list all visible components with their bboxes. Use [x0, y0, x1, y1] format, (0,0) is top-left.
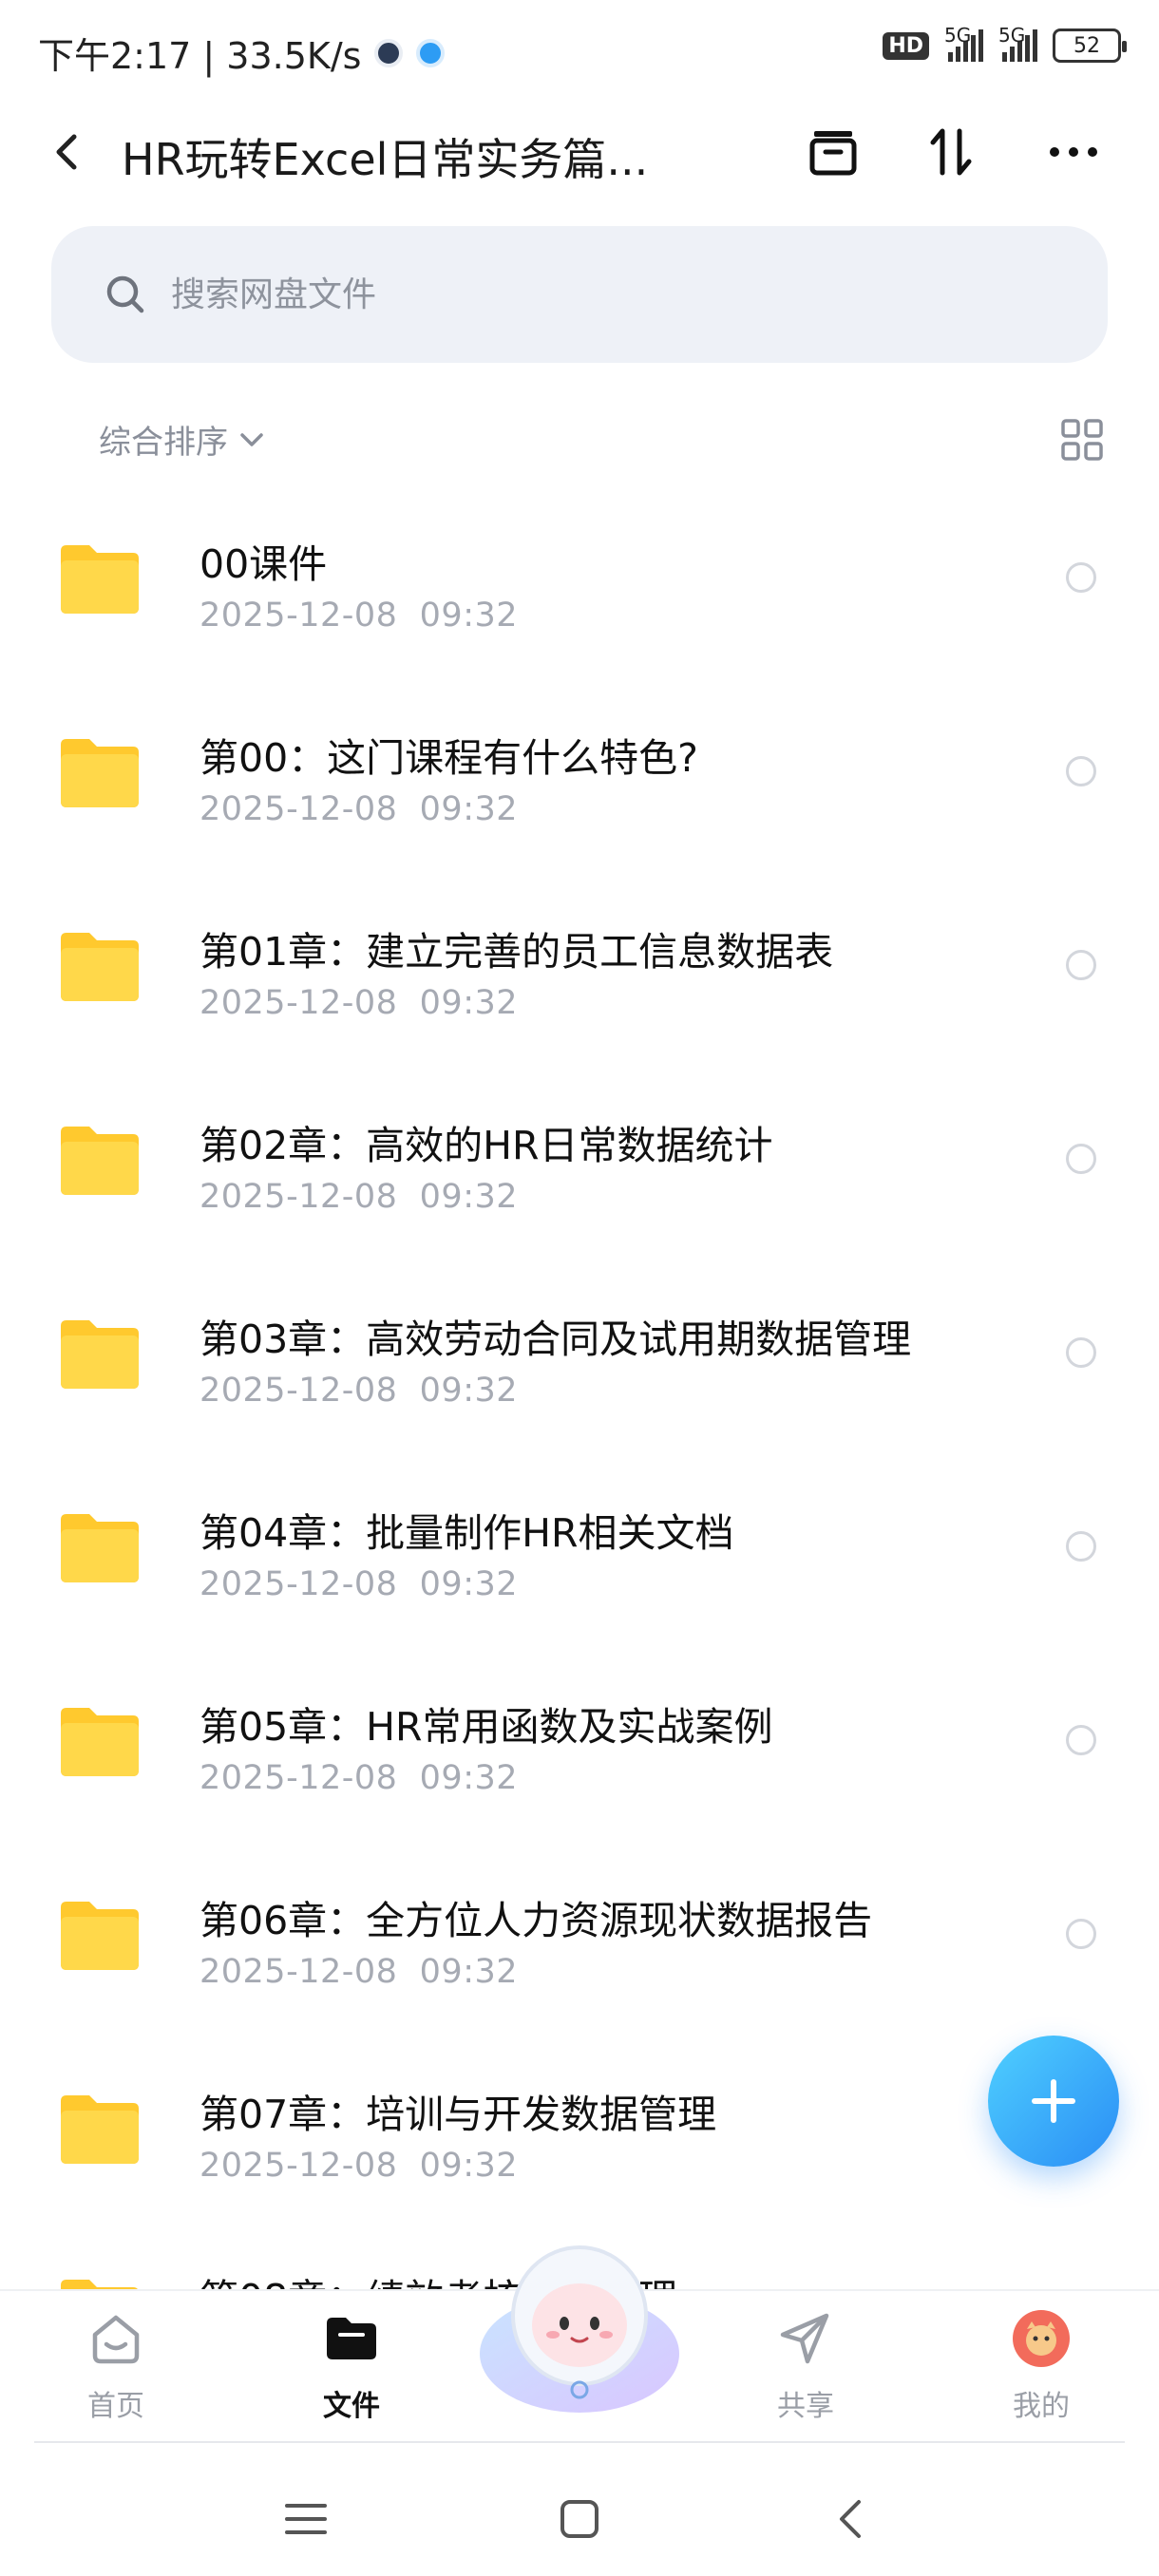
folder-icon — [61, 933, 139, 1001]
network-type-1: 5G — [944, 24, 972, 47]
select-checkbox[interactable] — [1066, 756, 1096, 786]
nav-home-label: 首页 — [87, 2390, 144, 2423]
nav-files[interactable]: 文件 — [285, 2308, 418, 2424]
file-row[interactable]: 第00：这门课程有什么特色? 2025-12-08 09:32 — [0, 697, 1159, 891]
hd-badge: HD — [883, 31, 929, 60]
file-name: 第07章：培训与开发数据管理 — [200, 2092, 717, 2137]
select-checkbox[interactable] — [1066, 950, 1096, 980]
file-date: 2025-12-08 09:32 — [200, 2147, 519, 2185]
file-name: 第00：这门课程有什么特色? — [200, 735, 698, 781]
select-checkbox[interactable] — [1066, 1337, 1096, 1368]
select-checkbox[interactable] — [1066, 1919, 1096, 1949]
file-name: 第03章：高效劳动合同及试用期数据管理 — [200, 1316, 912, 1362]
search-bar[interactable] — [51, 226, 1108, 363]
file-row[interactable]: 第02章：高效的HR日常数据统计 2025-12-08 09:32 — [0, 1085, 1159, 1279]
nav-share[interactable]: 共享 — [739, 2308, 872, 2424]
file-name: 第01章：建立完善的员工信息数据表 — [200, 929, 834, 975]
folder-icon — [61, 1127, 139, 1195]
file-date: 2025-12-08 09:32 — [200, 1372, 519, 1410]
upload-notification-icon — [416, 38, 446, 67]
file-row[interactable]: 第05章：HR常用函数及实战案例 2025-12-08 09:32 — [0, 1666, 1159, 1860]
file-name: 第04章：批量制作HR相关文档 — [200, 1510, 734, 1556]
file-row[interactable]: 第01章：建立完善的员工信息数据表 2025-12-08 09:32 — [0, 891, 1159, 1085]
file-date: 2025-12-08 09:32 — [200, 1953, 519, 1991]
folder-icon — [61, 545, 139, 614]
status-time: 下午2:17 | 33.5K/s — [38, 35, 362, 77]
file-date: 2025-12-08 09:32 — [200, 1178, 519, 1216]
archive-icon[interactable] — [803, 122, 864, 182]
file-date: 2025-12-08 09:32 — [200, 597, 519, 635]
folder-icon — [61, 2095, 139, 2164]
file-date: 2025-12-08 09:32 — [200, 984, 519, 1022]
mascot-assistant-icon[interactable] — [475, 2230, 684, 2420]
more-icon[interactable] — [1043, 122, 1104, 182]
file-row[interactable]: 00课件 2025-12-08 09:32 — [0, 503, 1159, 697]
sort-dropdown[interactable]: 综合排序 — [99, 416, 268, 463]
select-checkbox[interactable] — [1066, 1144, 1096, 1174]
top-bar: HR玩转Excel日常实务篇... — [0, 104, 1159, 199]
sort-label: 综合排序 — [99, 424, 228, 462]
nav-divider — [34, 2441, 1125, 2443]
chevron-down-icon — [240, 432, 263, 446]
home-square-icon[interactable] — [555, 2494, 604, 2544]
file-name: 第05章：HR常用函数及实战案例 — [200, 1704, 773, 1750]
status-left: 下午2:17 | 33.5K/s — [38, 27, 446, 79]
folder-icon — [61, 739, 139, 807]
file-row[interactable]: 第06章：全方位人力资源现状数据报告 2025-12-08 09:32 — [0, 1860, 1159, 2054]
file-name: 00课件 — [200, 541, 328, 587]
battery-level: 52 — [1074, 33, 1100, 58]
page-title: HR玩转Excel日常实务篇... — [122, 134, 649, 185]
home-icon — [92, 2315, 140, 2364]
files-icon — [327, 2318, 376, 2359]
file-row[interactable]: 第04章：批量制作HR相关文档 2025-12-08 09:32 — [0, 1472, 1159, 1666]
back-icon[interactable] — [42, 125, 95, 179]
battery-icon: 52 — [1053, 28, 1127, 63]
sort-icon[interactable] — [922, 122, 982, 182]
nav-share-label: 共享 — [777, 2390, 834, 2423]
signal-2-icon: 5G — [998, 24, 1037, 62]
status-bar: 下午2:17 | 33.5K/s HD 5G 5G 52 — [0, 0, 1159, 104]
folder-icon — [61, 1320, 139, 1389]
back-triangle-icon[interactable] — [826, 2494, 876, 2544]
select-checkbox[interactable] — [1066, 562, 1096, 593]
file-name: 第06章：全方位人力资源现状数据报告 — [200, 1898, 873, 1943]
search-icon — [106, 275, 144, 313]
select-checkbox[interactable] — [1066, 1725, 1096, 1755]
file-date: 2025-12-08 09:32 — [200, 1565, 519, 1603]
send-icon — [780, 2313, 829, 2364]
signal-1-icon: 5G — [944, 24, 983, 62]
avatar — [1013, 2310, 1070, 2367]
add-button[interactable] — [988, 2036, 1119, 2167]
status-right: HD 5G 5G 52 — [883, 24, 1127, 63]
file-date: 2025-12-08 09:32 — [200, 1759, 519, 1797]
nav-mine-label: 我的 — [1013, 2390, 1070, 2423]
system-nav-bar — [0, 2460, 1159, 2576]
menu-icon[interactable] — [281, 2494, 331, 2544]
search-input[interactable] — [171, 275, 931, 314]
folder-icon — [61, 1902, 139, 1970]
file-row[interactable]: 第07章：培训与开发数据管理 2025-12-08 09:32 — [0, 2054, 1159, 2247]
folder-icon — [61, 1514, 139, 1582]
plus-icon — [1032, 2079, 1075, 2123]
file-name: 第02章：高效的HR日常数据统计 — [200, 1123, 773, 1168]
nav-home[interactable]: 首页 — [49, 2308, 182, 2424]
file-row[interactable]: 第03章：高效劳动合同及试用期数据管理 2025-12-08 09:32 — [0, 1279, 1159, 1472]
folder-icon — [61, 1708, 139, 1776]
select-checkbox[interactable] — [1066, 1531, 1096, 1562]
file-date: 2025-12-08 09:32 — [200, 790, 519, 828]
nav-files-label: 文件 — [323, 2390, 380, 2423]
nav-mine[interactable]: 我的 — [975, 2308, 1108, 2424]
app-notification-icon — [374, 38, 404, 67]
grid-view-icon[interactable] — [1060, 418, 1104, 462]
folder-icon — [61, 2280, 138, 2289]
network-type-2: 5G — [998, 24, 1026, 47]
